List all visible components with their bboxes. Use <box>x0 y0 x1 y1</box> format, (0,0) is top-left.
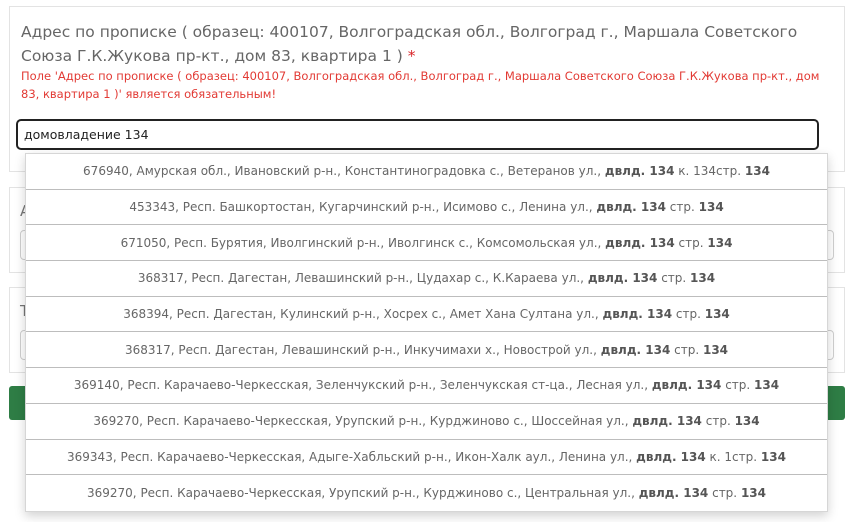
suggestion-item[interactable]: 369343, Респ. Карачаево-Черкесская, Адыг… <box>26 440 827 476</box>
address-error-message: Поле 'Адрес по прописке ( образец: 40010… <box>21 69 820 101</box>
suggestion-item[interactable]: 368394, Респ. Дагестан, Кулинский р-н., … <box>26 297 827 333</box>
address-input[interactable] <box>16 119 819 150</box>
suggestion-item[interactable]: 368317, Респ. Дагестан, Левашинский р-н.… <box>26 332 827 369</box>
suggestion-item[interactable]: 671050, Респ. Бурятия, Иволгинский р-н.,… <box>26 225 827 262</box>
required-mark: * <box>407 47 416 65</box>
suggestion-item[interactable]: 453343, Респ. Башкортостан, Кугарчинский… <box>26 190 827 226</box>
suggestion-item[interactable]: 369140, Респ. Карачаево-Черкесская, Зеле… <box>26 368 827 404</box>
suggestion-item[interactable]: 676940, Амурская обл., Ивановский р-н., … <box>26 154 827 190</box>
suggestion-item[interactable]: 369270, Респ. Карачаево-Черкесская, Уруп… <box>26 404 827 440</box>
suggestion-item[interactable]: 369270, Респ. Карачаево-Черкесская, Уруп… <box>26 475 827 511</box>
address-suggestions-dropdown: 676940, Амурская обл., Ивановский р-н., … <box>25 153 828 512</box>
form-page: Адрес по прописке ( образец: 400107, Вол… <box>0 0 864 522</box>
suggestion-item[interactable]: 368317, Респ. Дагестан, Левашинский р-н.… <box>26 261 827 297</box>
address-field-label: Адрес по прописке ( образец: 400107, Вол… <box>21 23 798 65</box>
